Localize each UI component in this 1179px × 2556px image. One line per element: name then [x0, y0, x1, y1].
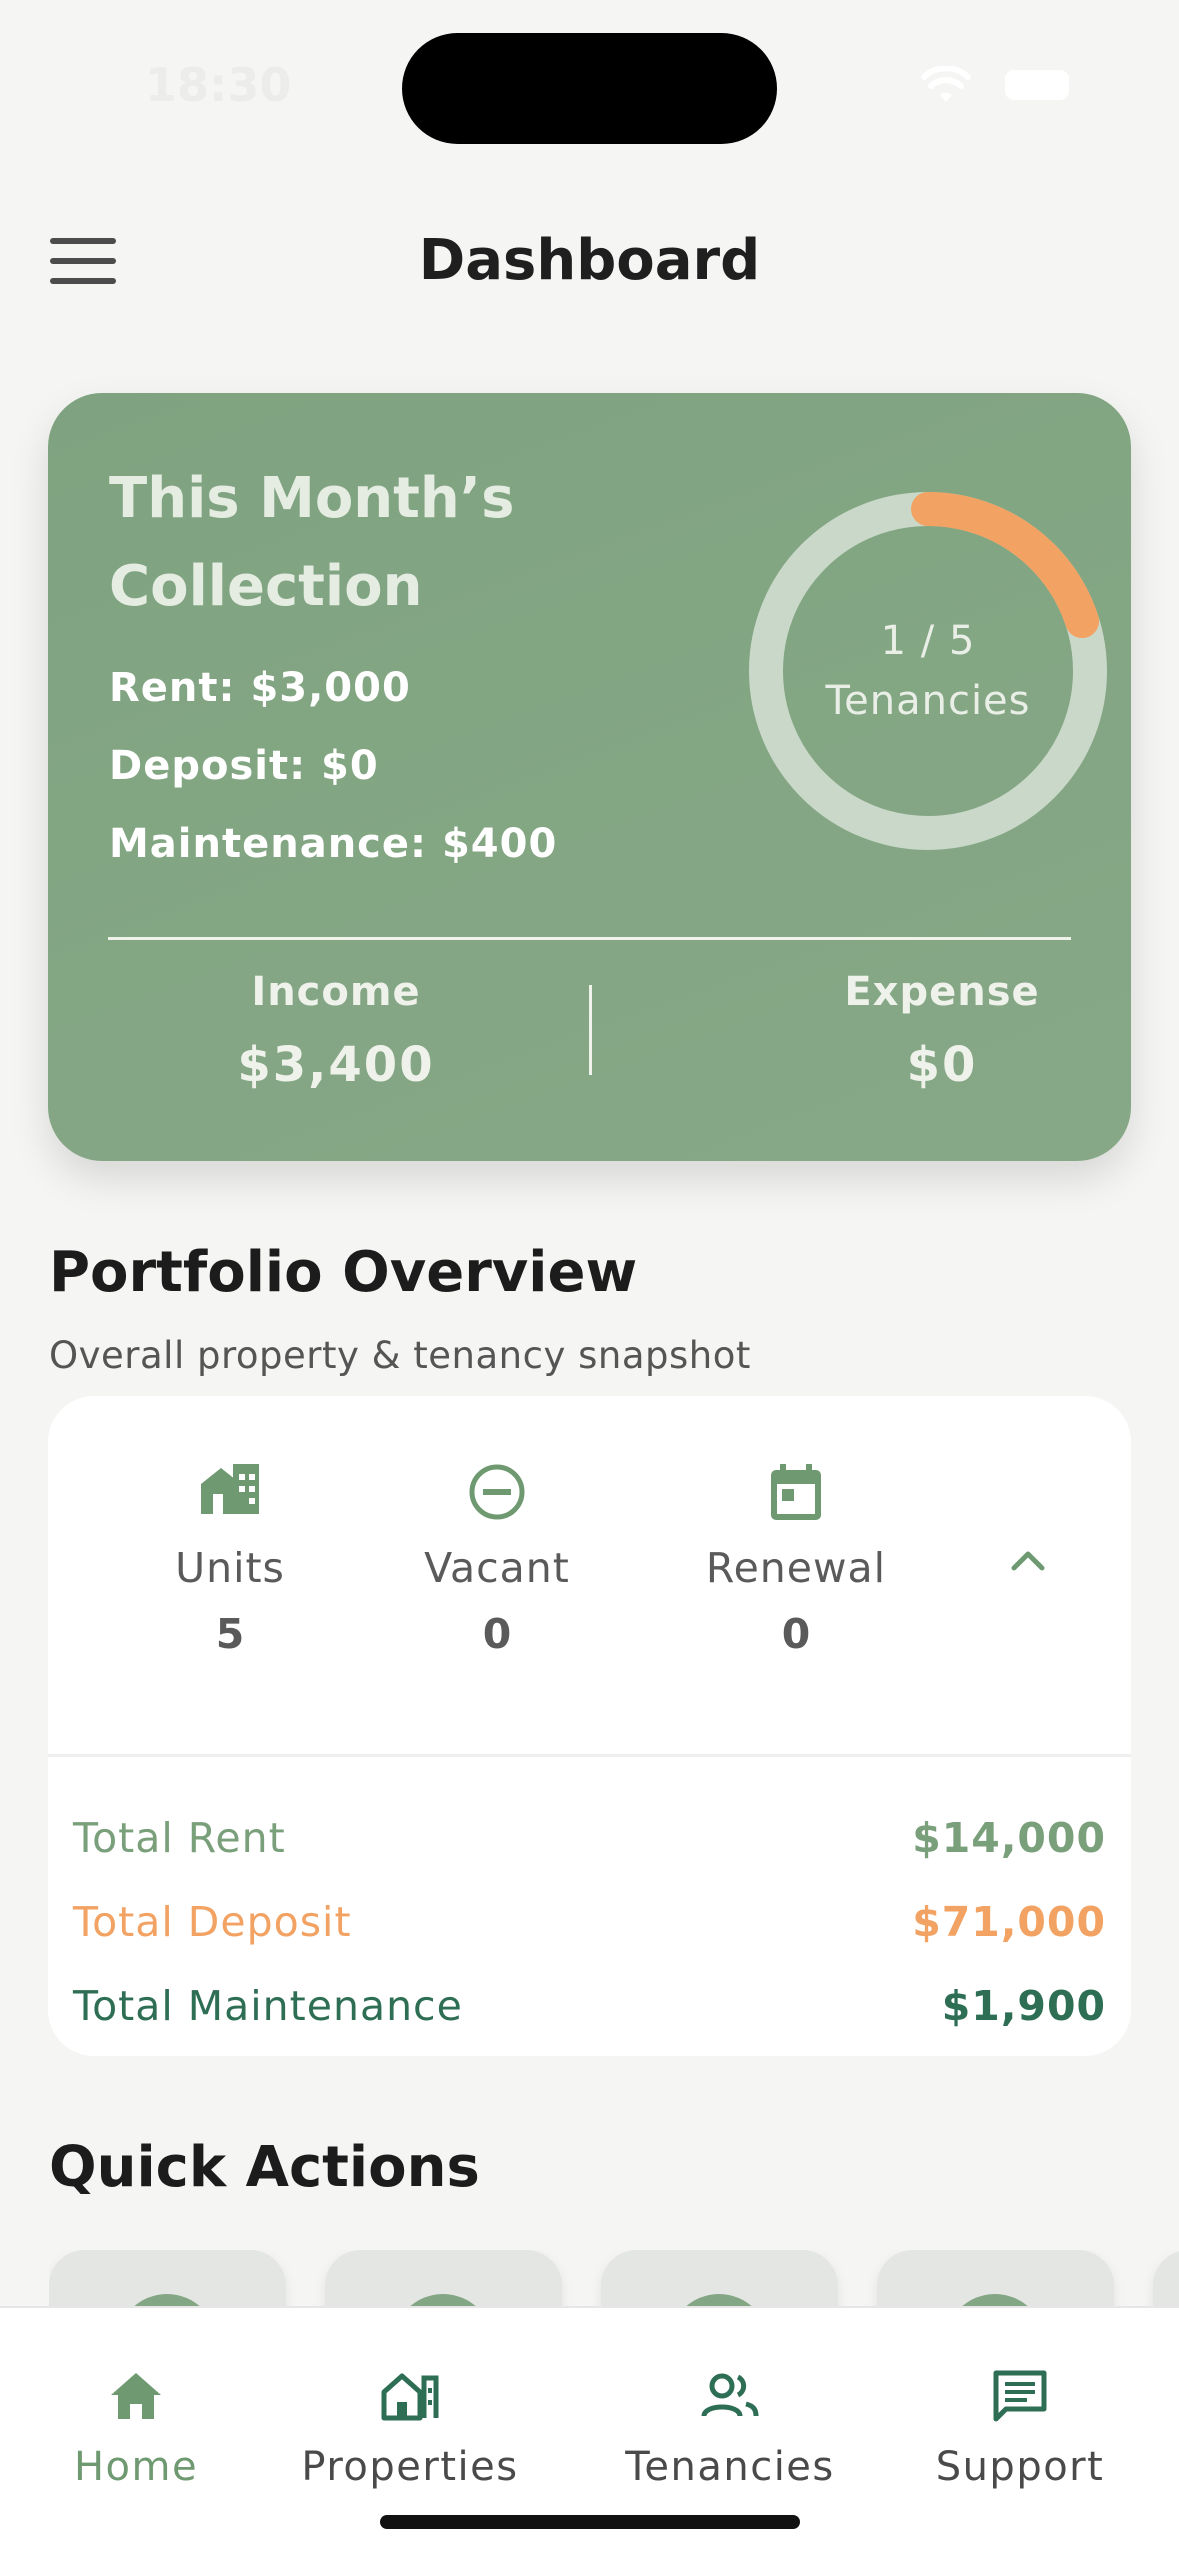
portfolio-subtitle: Overall property & tenancy snapshot	[49, 1334, 751, 1377]
stat-renewal[interactable]: Renewal 0	[666, 1462, 926, 1658]
total-maintenance-label: Total Maintenance	[73, 1982, 463, 2030]
expense-label: Expense	[844, 969, 1040, 1015]
nav-support[interactable]: Support	[930, 2368, 1110, 2490]
quick-actions-title: Quick Actions	[49, 2135, 480, 2200]
deposit-line: Deposit: $0	[109, 743, 379, 789]
total-deposit-value: $71,000	[912, 1898, 1106, 1946]
income-label: Income	[251, 969, 421, 1015]
dynamic-island	[402, 33, 777, 144]
stat-vacant[interactable]: Vacant 0	[367, 1462, 627, 1658]
expense-value: $0	[906, 1037, 978, 1093]
building-icon	[100, 1462, 360, 1524]
status-time: 18:30	[145, 58, 292, 112]
total-maintenance-row: Total Maintenance $1,900	[73, 1976, 1106, 2036]
properties-icon	[300, 2368, 520, 2424]
tenancy-progress-ring: 1 / 5 Tenancies	[738, 481, 1118, 861]
stat-units[interactable]: Units 5	[100, 1462, 360, 1658]
ring-label: Tenancies	[825, 678, 1031, 724]
summary-separator	[589, 985, 592, 1075]
collection-title: This Month’s Collection	[109, 466, 515, 619]
total-rent-label: Total Rent	[73, 1814, 286, 1862]
nav-label: Home	[73, 2444, 199, 2490]
battery-icon	[1005, 70, 1069, 100]
nav-tenancies[interactable]: Tenancies	[620, 2368, 840, 2490]
total-deposit-row: Total Deposit $71,000	[73, 1892, 1106, 1952]
stat-label: Renewal	[705, 1544, 887, 1592]
chevron-up-icon[interactable]	[1008, 1546, 1068, 1586]
home-icon	[56, 2368, 216, 2424]
ring-count: 1 / 5	[880, 618, 976, 664]
income-value: $3,400	[237, 1037, 435, 1093]
stat-label: Vacant	[424, 1544, 570, 1592]
portfolio-divider	[48, 1754, 1131, 1757]
page-title: Dashboard	[418, 228, 761, 293]
nav-home[interactable]: Home	[56, 2368, 216, 2490]
calendar-icon	[666, 1462, 926, 1524]
nav-label: Tenancies	[625, 2444, 835, 2490]
total-deposit-label: Total Deposit	[73, 1898, 352, 1946]
maintenance-line: Maintenance: $400	[109, 821, 558, 867]
portfolio-card: Units 5 Vacant 0 Renewal 0 Total Rent $1…	[48, 1396, 1131, 2056]
minus-circle-icon	[367, 1462, 627, 1524]
nav-properties[interactable]: Properties	[300, 2368, 520, 2490]
home-indicator	[380, 2515, 800, 2529]
nav-label: Properties	[301, 2444, 519, 2490]
people-icon	[620, 2368, 840, 2424]
stat-value: 0	[781, 1610, 811, 1658]
collection-card[interactable]: This Month’s Collection Rent: $3,000 Dep…	[48, 393, 1131, 1161]
status-icons	[921, 66, 1069, 104]
stat-label: Units	[175, 1544, 285, 1592]
total-rent-row: Total Rent $14,000	[73, 1808, 1106, 1868]
income-summary: Income $3,400	[146, 969, 526, 1093]
rent-line: Rent: $3,000	[109, 665, 411, 711]
total-rent-value: $14,000	[912, 1814, 1106, 1862]
wifi-icon	[921, 66, 971, 104]
stat-value: 5	[215, 1610, 245, 1658]
total-maintenance-value: $1,900	[941, 1982, 1106, 2030]
status-bar: 18:30	[0, 0, 1179, 160]
nav-label: Support	[935, 2444, 1105, 2490]
chat-icon	[930, 2368, 1110, 2424]
expense-summary: Expense $0	[752, 969, 1132, 1093]
portfolio-title: Portfolio Overview	[49, 1240, 638, 1305]
stat-value: 0	[482, 1610, 512, 1658]
app-header: Dashboard	[0, 200, 1179, 320]
card-divider	[108, 937, 1071, 940]
